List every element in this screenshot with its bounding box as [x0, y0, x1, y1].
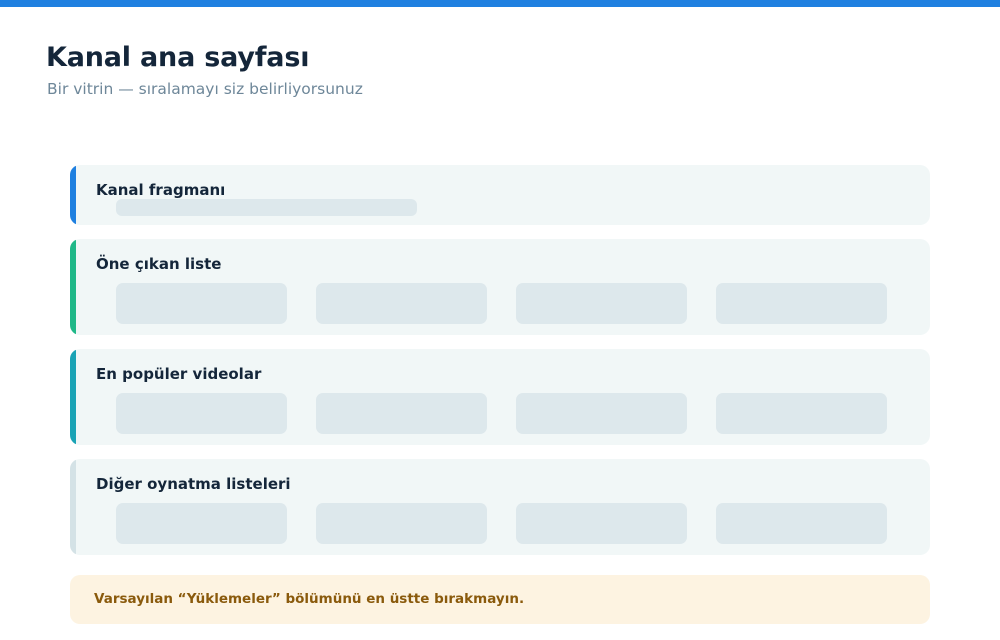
- warning-banner: Varsayılan “Yüklemeler” bölümünü en üstt…: [70, 575, 930, 624]
- trailer-placeholder[interactable]: [116, 199, 417, 216]
- video-thumbnail-placeholder[interactable]: [116, 503, 287, 544]
- section-accent: [70, 459, 76, 555]
- section-accent: [70, 349, 76, 445]
- video-thumbnail-placeholder[interactable]: [716, 503, 887, 544]
- section-accent: [70, 165, 76, 225]
- section-accent: [70, 239, 76, 335]
- section-label: Öne çıkan liste: [96, 255, 222, 273]
- video-thumbnail-placeholder[interactable]: [316, 503, 487, 544]
- section-channel-trailer[interactable]: Kanal fragmanı: [70, 165, 930, 225]
- top-accent-bar: [0, 0, 1000, 7]
- section-label: Diğer oynatma listeleri: [96, 475, 291, 493]
- section-popular-videos[interactable]: En popüler videolar: [70, 349, 930, 445]
- video-thumbnail-placeholder[interactable]: [116, 393, 287, 434]
- video-thumbnail-placeholder[interactable]: [716, 283, 887, 324]
- page-subtitle: Bir vitrin — sıralamayı siz belirliyorsu…: [47, 80, 363, 98]
- video-thumbnail-placeholder[interactable]: [516, 393, 687, 434]
- page-title: Kanal ana sayfası: [46, 42, 310, 73]
- section-featured-list[interactable]: Öne çıkan liste: [70, 239, 930, 335]
- video-thumbnail-placeholder[interactable]: [516, 283, 687, 324]
- video-thumbnail-placeholder[interactable]: [316, 283, 487, 324]
- video-thumbnail-placeholder[interactable]: [116, 283, 287, 324]
- section-other-playlists[interactable]: Diğer oynatma listeleri: [70, 459, 930, 555]
- warning-text: Varsayılan “Yüklemeler” bölümünü en üstt…: [94, 591, 525, 607]
- section-label: Kanal fragmanı: [96, 181, 226, 199]
- video-thumbnail-placeholder[interactable]: [716, 393, 887, 434]
- section-label: En popüler videolar: [96, 365, 262, 383]
- video-thumbnail-placeholder[interactable]: [316, 393, 487, 434]
- video-thumbnail-placeholder[interactable]: [516, 503, 687, 544]
